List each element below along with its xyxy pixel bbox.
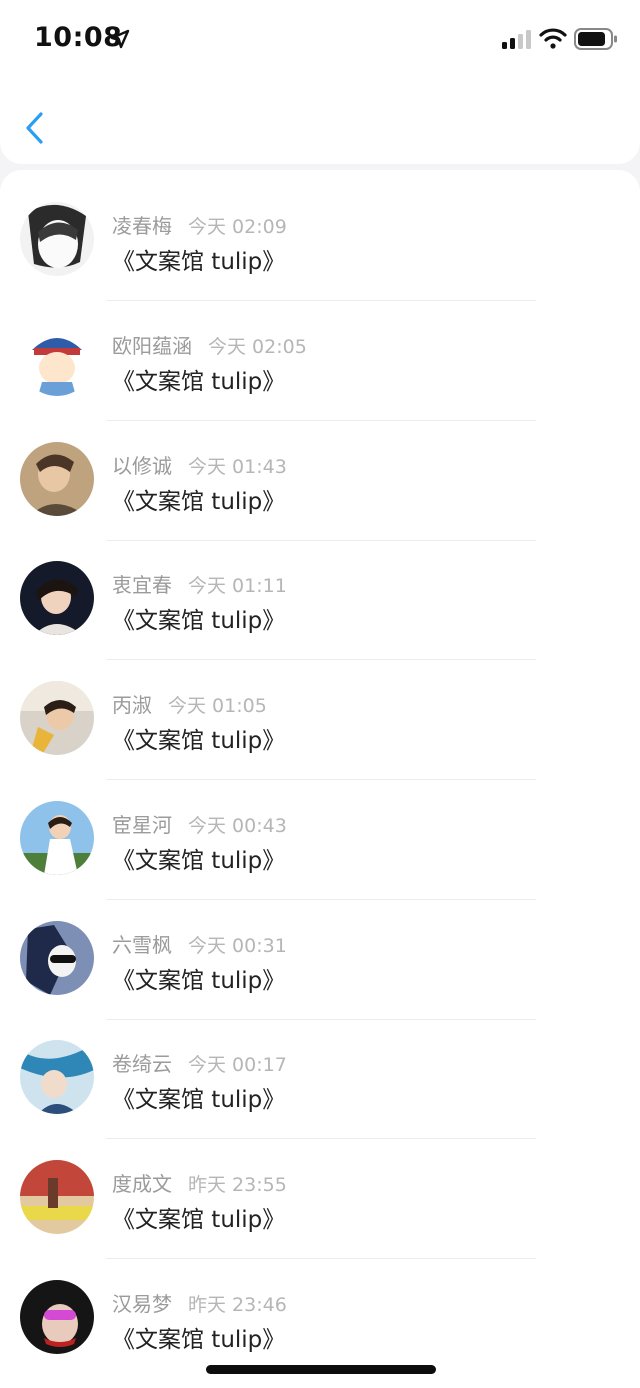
comment-meta: 度成文 昨天 23:55 (112, 1168, 287, 1197)
comment-row[interactable]: 宦星河 今天 00:43 《文案馆 tulip》 (0, 769, 640, 900)
avatar[interactable] (20, 801, 94, 875)
comment-time: 今天 00:31 (188, 935, 287, 957)
comment-text: 《文案馆 tulip》 (112, 249, 286, 275)
comment-time: 昨天 23:55 (188, 1174, 287, 1196)
commenter-name[interactable]: 衷宜春 (112, 573, 172, 597)
avatar[interactable] (20, 1160, 94, 1234)
wifi-icon (539, 27, 567, 49)
comment-row[interactable]: 凌春梅 今天 02:09 《文案馆 tulip》 (0, 170, 640, 301)
comment-time: 昨天 23:46 (188, 1294, 287, 1316)
avatar[interactable] (20, 561, 94, 635)
comment-time: 今天 01:05 (168, 695, 267, 717)
comment-text: 《文案馆 tulip》 (112, 1207, 286, 1233)
avatar[interactable] (20, 202, 94, 276)
comment-row[interactable]: 六雪枫 今天 00:31 《文案馆 tulip》 (0, 889, 640, 1020)
comment-meta: 丙淑 今天 01:05 (112, 689, 267, 718)
chevron-left-icon (25, 111, 45, 149)
comment-row[interactable]: 欧阳蕴涵 今天 02:05 《文案馆 tulip》 (0, 290, 640, 421)
commenter-name[interactable]: 宦星河 (112, 813, 172, 837)
home-indicator (206, 1365, 436, 1374)
commenter-name[interactable]: 度成文 (112, 1172, 172, 1196)
comment-meta: 汉易梦 昨天 23:46 (112, 1288, 287, 1317)
comment-meta: 凌春梅 今天 02:09 (112, 210, 287, 239)
commenter-name[interactable]: 丙淑 (112, 693, 152, 717)
header: 10:08 (0, 0, 640, 164)
commenter-name[interactable]: 六雪枫 (112, 933, 172, 957)
comment-row[interactable]: 汉易梦 昨天 23:46 《文案馆 tulip》 (0, 1248, 640, 1368)
comment-text: 《文案馆 tulip》 (112, 728, 286, 754)
avatar[interactable] (20, 681, 94, 755)
comment-meta: 欧阳蕴涵 今天 02:05 (112, 330, 307, 359)
comment-time: 今天 00:43 (188, 815, 287, 837)
commenter-name[interactable]: 凌春梅 (112, 214, 172, 238)
commenter-name[interactable]: 欧阳蕴涵 (112, 334, 192, 358)
comment-text: 《文案馆 tulip》 (112, 1327, 286, 1353)
avatar[interactable] (20, 442, 94, 516)
comment-meta: 以修诚 今天 01:43 (112, 450, 287, 479)
comment-text: 《文案馆 tulip》 (112, 1087, 286, 1113)
comment-text: 《文案馆 tulip》 (112, 369, 286, 395)
comment-time: 今天 00:17 (188, 1054, 287, 1076)
comment-row[interactable]: 以修诚 今天 01:43 《文案馆 tulip》 (0, 410, 640, 541)
comment-meta: 卷绮云 今天 00:17 (112, 1048, 287, 1077)
avatar[interactable] (20, 1040, 94, 1114)
comment-row[interactable]: 丙淑 今天 01:05 《文案馆 tulip》 (0, 649, 640, 780)
comment-time: 今天 02:05 (208, 336, 307, 358)
comment-list[interactable]: 凌春梅 今天 02:09 《文案馆 tulip》 欧阳蕴涵 今天 02:05 《文案馆 t… (0, 170, 640, 1388)
comment-text: 《文案馆 tulip》 (112, 968, 286, 994)
comment-meta: 宦星河 今天 00:43 (112, 809, 287, 838)
comment-meta: 六雪枫 今天 00:31 (112, 929, 287, 958)
comment-row[interactable]: 度成文 昨天 23:55 《文案馆 tulip》 (0, 1128, 640, 1259)
commenter-name[interactable]: 以修诚 (112, 454, 172, 478)
comment-time: 今天 02:09 (188, 216, 287, 238)
comment-row[interactable]: 卷绮云 今天 00:17 《文案馆 tulip》 (0, 1008, 640, 1139)
avatar[interactable] (20, 322, 94, 396)
cellular-signal-icon (502, 29, 532, 49)
back-button[interactable] (20, 108, 50, 152)
comment-time: 今天 01:11 (188, 575, 287, 597)
avatar[interactable] (20, 1280, 94, 1354)
comment-time: 今天 01:43 (188, 456, 287, 478)
location-arrow-icon (110, 29, 130, 49)
status-bar: 10:08 (0, 0, 640, 80)
commenter-name[interactable]: 卷绮云 (112, 1052, 172, 1076)
comment-meta: 衷宜春 今天 01:11 (112, 569, 287, 598)
avatar[interactable] (20, 921, 94, 995)
commenter-name[interactable]: 汉易梦 (112, 1292, 172, 1316)
comment-row[interactable]: 衷宜春 今天 01:11 《文案馆 tulip》 (0, 529, 640, 660)
battery-icon (574, 27, 618, 51)
comment-text: 《文案馆 tulip》 (112, 848, 286, 874)
comment-text: 《文案馆 tulip》 (112, 608, 286, 634)
comment-text: 《文案馆 tulip》 (112, 489, 286, 515)
